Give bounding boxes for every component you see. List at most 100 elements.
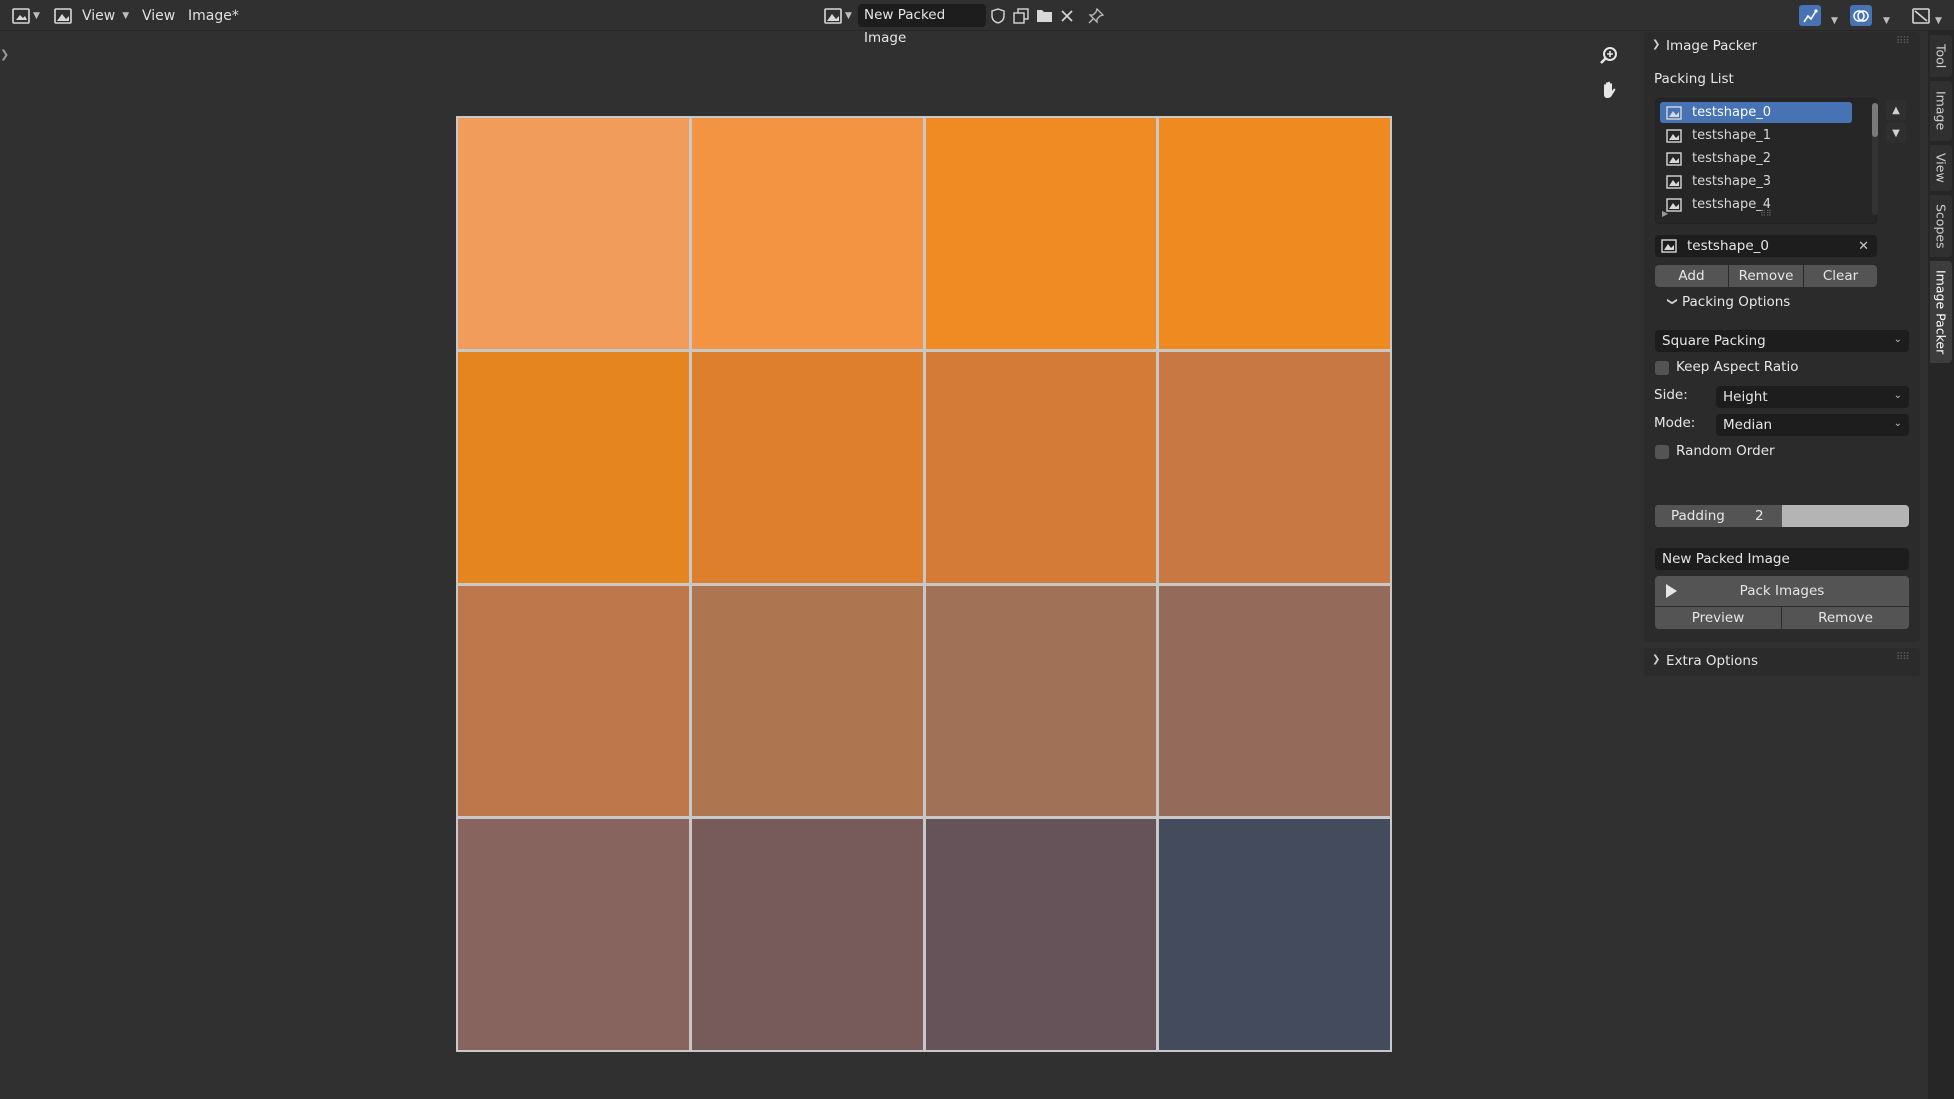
list-item-label: testshape_0 — [1692, 105, 1771, 120]
packing-list-label: Packing List — [1654, 71, 1734, 87]
gizmo-toggle-button[interactable] — [1799, 5, 1821, 26]
tab-scopes[interactable]: Scopes — [1930, 195, 1952, 257]
packing-algorithm-value: Square Packing — [1662, 333, 1766, 349]
chevron-down-icon[interactable]: ▼ — [1935, 9, 1942, 32]
display-mode-button[interactable] — [1910, 5, 1932, 26]
resize-grip-icon[interactable]: ⠿⠿ — [1760, 209, 1772, 218]
mode-value: Median — [1723, 417, 1773, 433]
tab-image-label: Image — [1933, 91, 1949, 131]
chevron-down-icon[interactable]: ❯ — [1652, 39, 1660, 50]
add-button[interactable]: Add — [1655, 265, 1728, 287]
sidebar-tabs: Tool Image View Scopes Image Packer — [1928, 31, 1954, 1099]
pack-images-label: Pack Images — [1739, 583, 1825, 599]
output-image-name-field[interactable]: New Packed Image — [1655, 548, 1909, 570]
gizmo-toggle-icon — [1803, 8, 1818, 22]
padding-label: Padding — [1671, 508, 1725, 524]
tab-tool[interactable]: Tool — [1930, 35, 1952, 77]
padding-slider[interactable]: Padding 2 — [1655, 505, 1909, 527]
preview-button[interactable]: Preview — [1655, 607, 1781, 629]
tab-tool-label: Tool — [1933, 43, 1949, 69]
image-icon — [1666, 174, 1682, 189]
list-item-label: testshape_2 — [1692, 151, 1771, 166]
tile-7 — [1159, 351, 1390, 583]
menu-view[interactable]: View — [138, 4, 179, 27]
list-item[interactable]: testshape_4 — [1660, 194, 1852, 215]
list-scrollbar-thumb[interactable] — [1872, 103, 1878, 137]
clear-button[interactable]: Clear — [1804, 265, 1877, 287]
packing-list[interactable]: testshape_0 testshape_1 testshape_2 test… — [1655, 98, 1878, 224]
image-editor-window: ▼ View ▼ View Image* ▼ New Packed Image — [0, 0, 1954, 1099]
view-mode-button[interactable]: View ▼ — [54, 4, 129, 27]
image-browse-icon — [824, 7, 842, 24]
remove-packed-button[interactable]: Remove — [1782, 607, 1909, 629]
tile-9 — [691, 585, 923, 817]
menu-image-label: Image* — [188, 7, 239, 24]
chevron-down-icon[interactable]: ❯ — [1667, 297, 1678, 305]
open-folder-icon — [1036, 10, 1052, 22]
new-image-button[interactable] — [1010, 5, 1032, 26]
list-buttons: Add Remove Clear — [1655, 265, 1877, 287]
tab-image[interactable]: Image — [1930, 81, 1952, 141]
extra-options-panel[interactable]: ❯ Extra Options ⠿⠿ — [1644, 648, 1920, 676]
tile-2 — [925, 118, 1157, 349]
list-item[interactable]: testshape_3 — [1660, 171, 1852, 192]
chevron-down-icon: ▼ — [122, 10, 130, 21]
fake-user-button[interactable] — [987, 5, 1009, 26]
overlay-toggle-button[interactable] — [1850, 5, 1872, 26]
side-dropdown[interactable]: Height ⌄ — [1716, 386, 1909, 408]
unlink-image-button[interactable] — [1056, 5, 1078, 26]
triangle-up-icon: ▲ — [1892, 104, 1900, 116]
pack-images-button[interactable]: Pack Images — [1655, 576, 1909, 606]
view-mode-label: View — [82, 7, 116, 24]
toolbar-expand-icon[interactable]: ❯ — [0, 48, 9, 61]
chevron-down-icon[interactable]: ▼ — [1831, 9, 1838, 32]
image-name-field[interactable]: New Packed Image — [858, 4, 986, 46]
zoom-icon — [1600, 47, 1617, 64]
expand-filter-icon[interactable]: ▶ — [1662, 209, 1668, 218]
editor-type-button[interactable]: ▼ — [12, 4, 40, 27]
mode-dropdown[interactable]: Median ⌄ — [1716, 414, 1909, 436]
packed-image-canvas[interactable] — [456, 116, 1392, 1052]
zoom-button[interactable] — [1594, 41, 1624, 71]
tile-3 — [1159, 118, 1390, 349]
display-mode-icon — [1912, 7, 1930, 24]
browse-image-button[interactable]: ▼ — [824, 4, 852, 27]
tile-8 — [458, 585, 689, 817]
keep-aspect-ratio-checkbox[interactable] — [1655, 361, 1669, 375]
close-icon[interactable]: ✕ — [1858, 239, 1869, 254]
drag-grip-icon[interactable]: ⠿⠿ — [1896, 36, 1910, 47]
image-icon — [1666, 105, 1682, 120]
image-editor-icon — [12, 7, 30, 24]
menu-image[interactable]: Image* — [184, 4, 243, 27]
tile-0 — [458, 118, 689, 349]
move-up-button[interactable]: ▲ — [1886, 100, 1906, 120]
extra-options-title[interactable]: Extra Options — [1666, 653, 1758, 669]
chevron-right-icon[interactable]: ❯ — [1652, 654, 1660, 665]
tab-view[interactable]: View — [1930, 145, 1952, 191]
panel-title[interactable]: Image Packer — [1666, 38, 1757, 54]
editor-header: ▼ View ▼ View Image* ▼ New Packed Image — [0, 0, 1954, 46]
padding-value: 2 — [1755, 508, 1764, 524]
triangle-down-icon: ▼ — [1892, 127, 1900, 139]
tile-1 — [691, 118, 923, 349]
tab-view-label: View — [1933, 153, 1949, 183]
list-item[interactable]: testshape_1 — [1660, 125, 1852, 146]
packing-algorithm-dropdown[interactable]: Square Packing ⌄ — [1655, 330, 1909, 352]
list-item[interactable]: testshape_2 — [1660, 148, 1852, 169]
list-item[interactable]: testshape_0 — [1660, 102, 1852, 123]
image-view-icon — [54, 7, 72, 24]
pin-button[interactable] — [1085, 5, 1107, 26]
packing-options-title[interactable]: Packing Options — [1682, 294, 1790, 310]
remove-button[interactable]: Remove — [1729, 265, 1803, 287]
random-order-checkbox[interactable] — [1655, 445, 1669, 459]
open-image-button[interactable] — [1033, 5, 1055, 26]
selected-image-field[interactable]: testshape_0 ✕ — [1655, 235, 1877, 257]
drag-grip-icon[interactable]: ⠿⠿ — [1896, 652, 1910, 663]
pan-button[interactable] — [1594, 75, 1624, 105]
chevron-down-icon[interactable]: ▼ — [1883, 9, 1890, 32]
tab-image-packer[interactable]: Image Packer — [1930, 261, 1952, 363]
tile-10 — [925, 585, 1157, 817]
move-down-button[interactable]: ▼ — [1886, 123, 1906, 143]
tile-5 — [691, 351, 923, 583]
image-icon — [1666, 197, 1682, 212]
